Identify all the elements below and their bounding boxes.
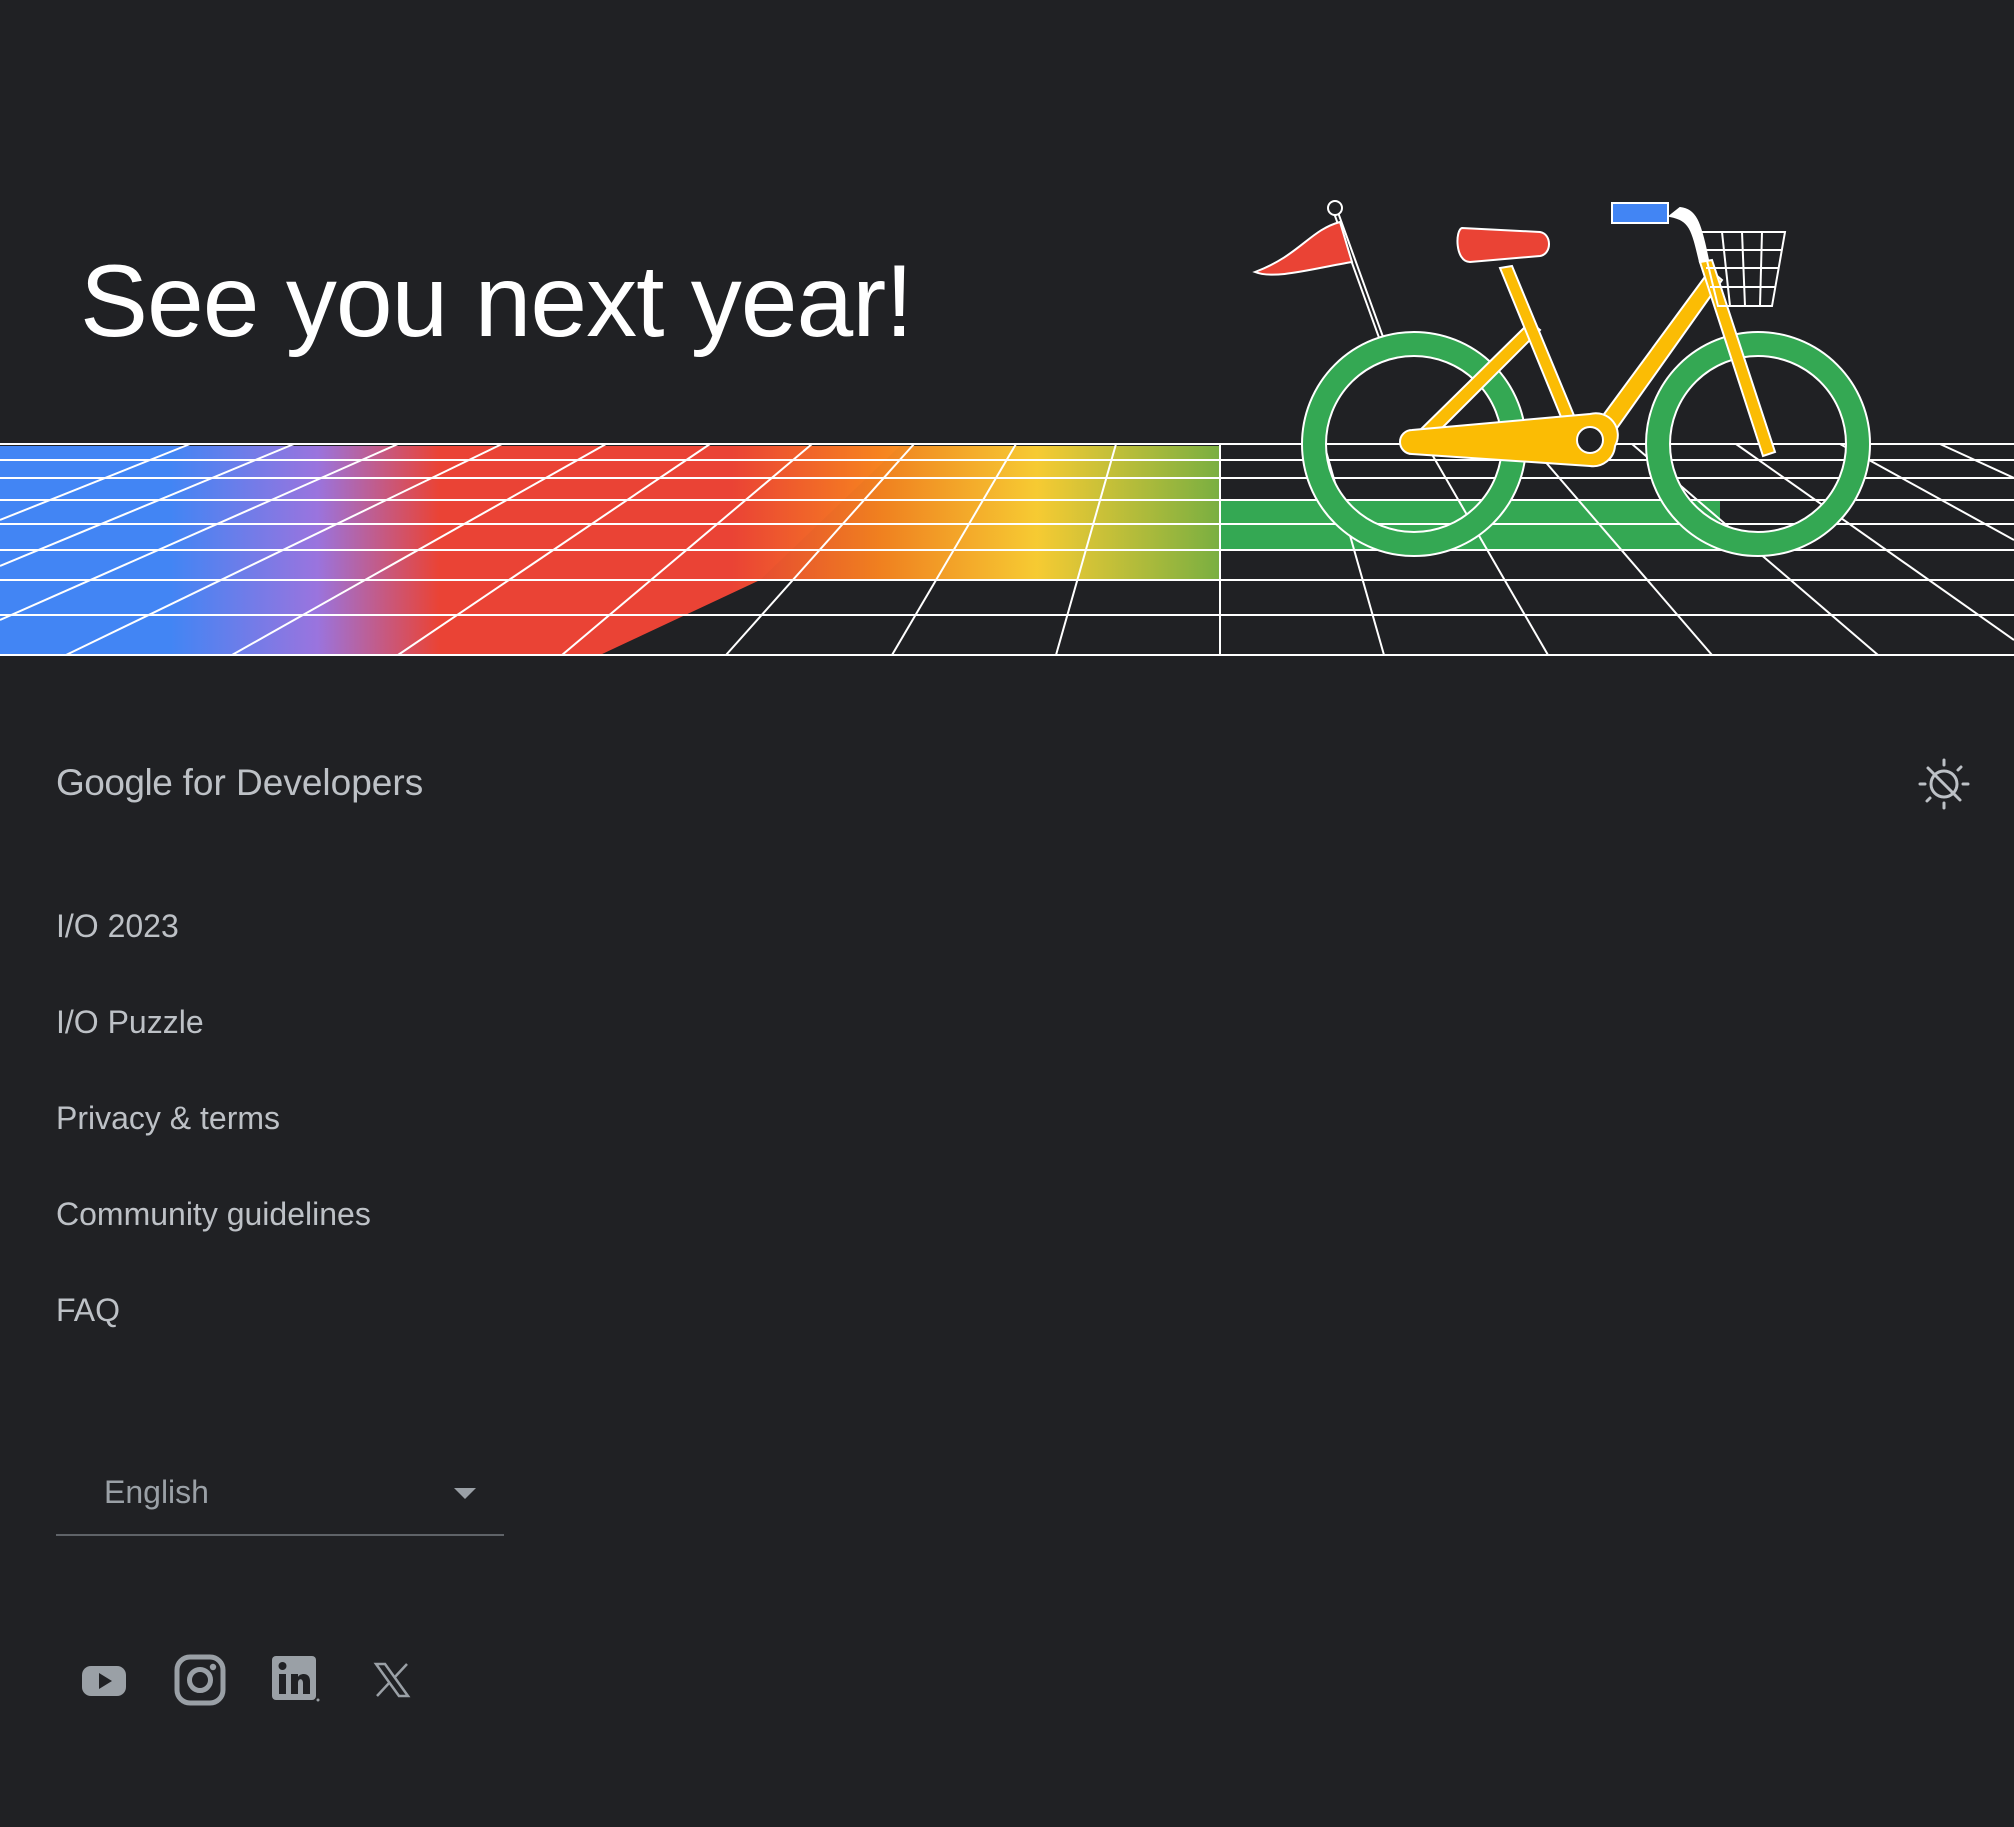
footer-links: I/O 2023 I/O Puzzle Privacy & terms Comm… — [56, 908, 371, 1388]
google-for-developers-logo[interactable]: Google for Developers — [56, 762, 423, 804]
footer-link-privacy-terms[interactable]: Privacy & terms — [56, 1100, 280, 1136]
x-link[interactable] — [364, 1652, 420, 1708]
language-selected-value: English — [104, 1474, 209, 1510]
hero-illustration — [0, 200, 2014, 656]
dropdown-caret-icon — [454, 1488, 476, 1499]
linkedin-link[interactable] — [268, 1652, 324, 1708]
youtube-icon — [82, 1666, 126, 1696]
instagram-icon — [174, 1654, 226, 1706]
footer-link-io-puzzle[interactable]: I/O Puzzle — [56, 1004, 204, 1040]
footer-link-faq[interactable]: FAQ — [56, 1292, 120, 1328]
footer-link-community-guidelines[interactable]: Community guidelines — [56, 1196, 371, 1232]
youtube-link[interactable] — [76, 1652, 132, 1708]
instagram-link[interactable] — [172, 1652, 228, 1708]
x-icon — [373, 1662, 411, 1698]
brightness-icon — [1918, 758, 1970, 810]
brand-google: Google — [56, 762, 173, 803]
footer-link-io-2023[interactable]: I/O 2023 — [56, 908, 179, 944]
brand-suffix: for Developers — [182, 762, 424, 803]
linkedin-icon — [272, 1656, 320, 1702]
theme-toggle-button[interactable] — [1918, 758, 1970, 810]
language-select[interactable]: English — [56, 1456, 504, 1536]
